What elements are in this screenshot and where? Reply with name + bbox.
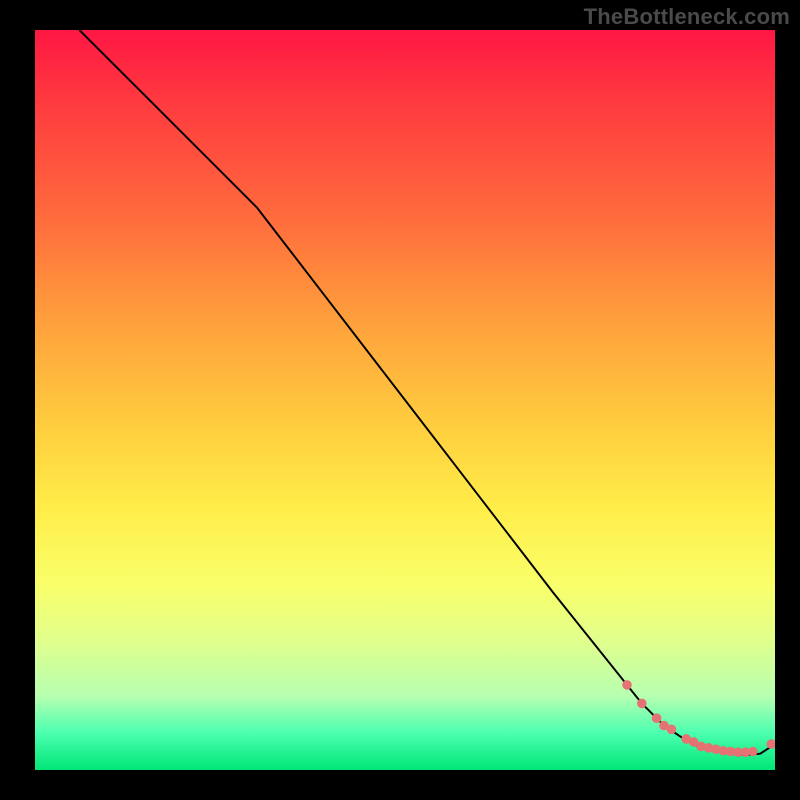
- data-marker: [748, 747, 758, 757]
- data-markers: [622, 680, 775, 757]
- data-marker: [667, 724, 677, 734]
- data-marker: [622, 680, 632, 690]
- data-marker: [766, 739, 775, 749]
- chart-overlay: [35, 30, 775, 770]
- chart-container: TheBottleneck.com: [0, 0, 800, 800]
- data-marker: [637, 699, 647, 709]
- watermark-text: TheBottleneck.com: [584, 4, 790, 30]
- data-marker: [652, 713, 662, 723]
- main-curve: [79, 30, 775, 755]
